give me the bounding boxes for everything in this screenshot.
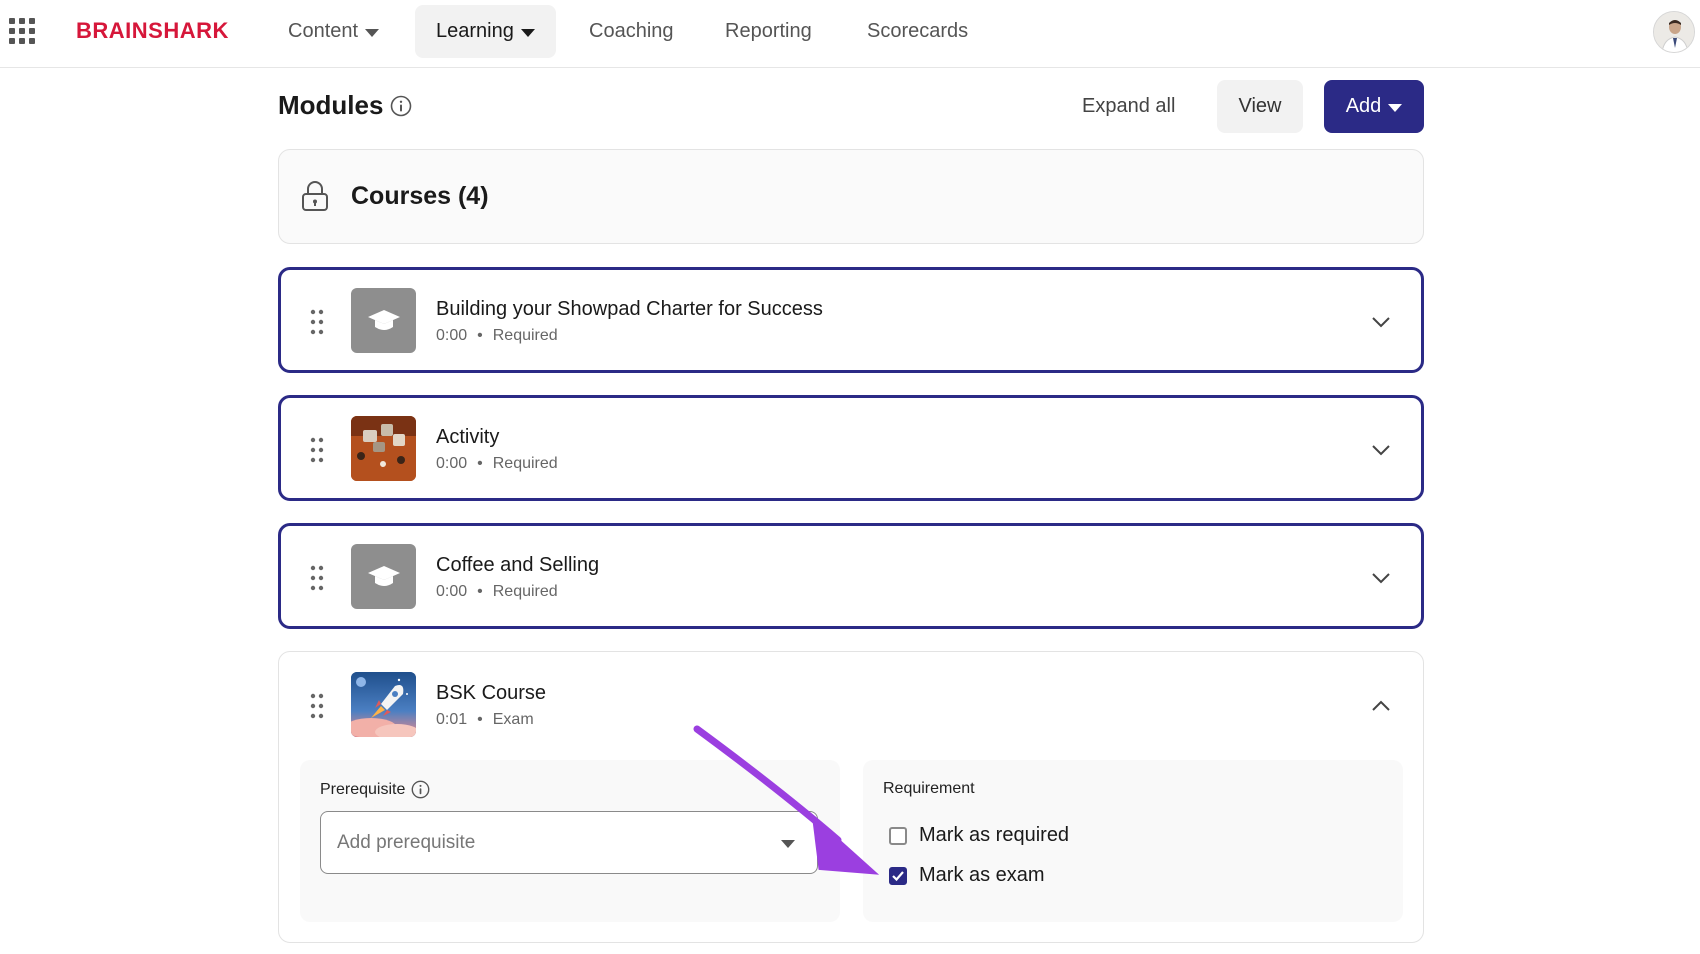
course-card-expanded[interactable]: BSK Course 0:01 • Exam Prerequisite Add … [278, 651, 1424, 943]
course-thumbnail [351, 416, 416, 481]
lock-icon [302, 181, 328, 211]
checkmark-icon [892, 870, 904, 881]
course-title: Coffee and Selling [436, 554, 600, 576]
caret-down-icon [365, 28, 380, 37]
separator-dot: • [477, 711, 483, 728]
separator-dot: • [477, 327, 483, 344]
course-title: BSK Course [436, 682, 547, 704]
courses-group-header: Courses (4) [278, 149, 1424, 244]
course-meta: 0:00 • Required [436, 327, 558, 345]
course-duration: 0:00 [436, 327, 468, 344]
chevron-up-icon[interactable] [1369, 694, 1393, 718]
course-card[interactable]: Coffee and Selling 0:00 • Required [278, 523, 1424, 629]
nav-item-scorecards[interactable]: Scorecards [846, 5, 989, 58]
course-title: Activity [436, 426, 500, 448]
user-avatar[interactable] [1653, 11, 1695, 53]
prerequisite-placeholder: Add prerequisite [337, 831, 476, 853]
course-card[interactable]: Activity 0:00 • Required [278, 395, 1424, 501]
course-status: Required [492, 583, 558, 600]
prerequisite-panel: Prerequisite Add prerequisite [300, 760, 840, 922]
chevron-down-icon[interactable] [1369, 566, 1393, 590]
view-button[interactable]: View [1217, 80, 1303, 133]
chevron-down-icon[interactable] [1369, 310, 1393, 334]
info-icon[interactable] [411, 780, 430, 799]
caret-down-icon [520, 28, 535, 37]
nav-item-label: Coaching [589, 20, 674, 42]
course-duration: 0:00 [436, 583, 468, 600]
nav-item-label: Learning [436, 20, 514, 42]
drag-handle-icon[interactable] [309, 564, 325, 592]
caret-down-icon [781, 840, 795, 848]
mark-as-exam-checkbox[interactable] [889, 866, 907, 885]
nav-item-label: Scorecards [867, 20, 969, 42]
chevron-down-icon[interactable] [1369, 438, 1393, 462]
course-status: Required [492, 327, 558, 344]
page-title: Modules [278, 90, 384, 120]
graduation-cap-icon [367, 565, 400, 586]
mark-as-exam-label: Mark as exam [919, 864, 1045, 886]
mark-as-required-label: Mark as required [919, 824, 1070, 846]
nav-item-reporting[interactable]: Reporting [704, 5, 833, 58]
nav-item-coaching[interactable]: Coaching [568, 5, 695, 58]
separator-dot: • [477, 455, 483, 472]
expand-all-button[interactable]: Expand all [1062, 80, 1195, 133]
nav-item-learning[interactable]: Learning [415, 5, 556, 58]
prerequisite-label-row: Prerequisite [320, 780, 430, 799]
drag-handle-icon[interactable] [309, 436, 325, 464]
add-button[interactable]: Add [1324, 80, 1424, 133]
apps-grid-icon[interactable] [8, 17, 36, 45]
course-meta: 0:00 • Required [436, 455, 558, 473]
course-status: Exam [492, 711, 534, 728]
mark-as-exam-option[interactable]: Mark as exam [889, 864, 1045, 887]
course-thumbnail [351, 288, 416, 353]
drag-handle-icon[interactable] [309, 308, 325, 336]
brand-logo[interactable]: BRAINSHARK [76, 18, 229, 44]
course-duration: 0:01 [436, 711, 468, 728]
nav-item-content[interactable]: Content [267, 5, 400, 58]
add-button-label: Add [1345, 95, 1382, 117]
course-thumbnail [351, 544, 416, 609]
requirement-label: Requirement [883, 780, 975, 797]
person-avatar-icon [1654, 12, 1694, 52]
course-duration: 0:00 [436, 455, 468, 472]
course-meta: 0:01 • Exam [436, 711, 534, 729]
prerequisite-select[interactable]: Add prerequisite [320, 811, 818, 874]
nav-item-label: Content [288, 20, 359, 42]
separator-dot: • [477, 583, 483, 600]
course-title: Building your Showpad Charter for Succes… [436, 298, 823, 320]
mark-as-required-option[interactable]: Mark as required [889, 824, 1069, 847]
mark-as-required-checkbox[interactable] [889, 826, 907, 845]
requirement-panel: Requirement Mark as required Mark as exa… [863, 760, 1403, 922]
info-icon[interactable] [390, 95, 412, 117]
group-title: Courses (4) [351, 182, 489, 210]
course-meta: 0:00 • Required [436, 583, 558, 601]
activity-photo-image [351, 416, 416, 481]
course-thumbnail [351, 672, 416, 737]
nav-item-label: Reporting [725, 20, 812, 42]
caret-down-icon [1388, 103, 1403, 112]
top-navigation: BRAINSHARK Content Learning Coaching Rep… [0, 0, 1700, 68]
course-status: Required [492, 455, 558, 472]
drag-handle-icon[interactable] [309, 692, 325, 720]
rocket-image [351, 672, 416, 737]
graduation-cap-icon [367, 309, 400, 330]
prerequisite-label: Prerequisite [320, 780, 406, 798]
course-card[interactable]: Building your Showpad Charter for Succes… [278, 267, 1424, 373]
